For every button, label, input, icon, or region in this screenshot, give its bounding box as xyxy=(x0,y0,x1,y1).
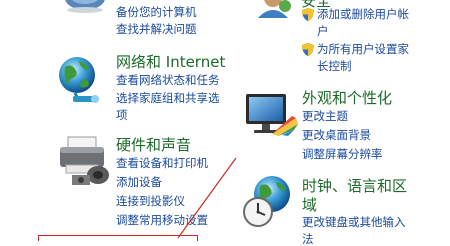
annotation-highlight-box xyxy=(38,235,198,241)
annotation-arrow-line xyxy=(177,157,237,239)
control-panel-category-view: 备份您的计算机 查找并解决问题 网络和 Internet 查看网络状态和任务 选… xyxy=(0,0,450,246)
